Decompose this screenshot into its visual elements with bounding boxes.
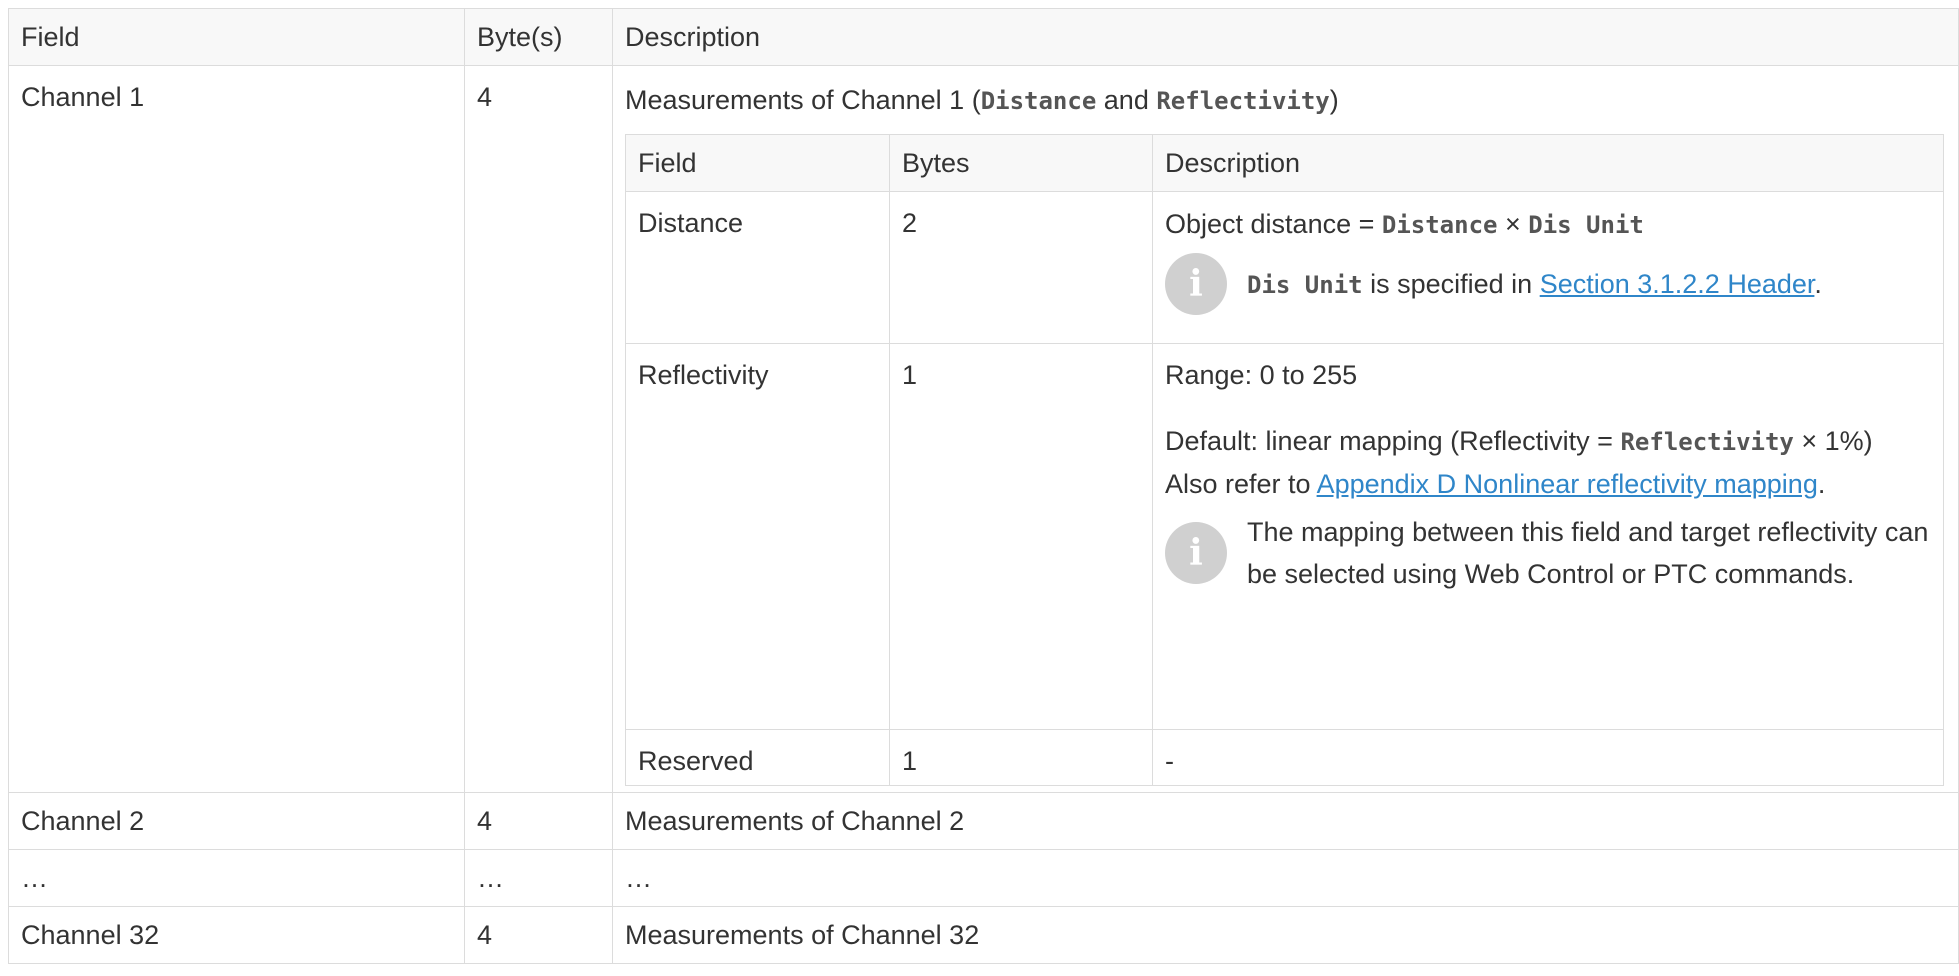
header-description: Description [612,8,1959,66]
reserved-field: Reserved [625,729,890,786]
info-icon: i [1165,522,1227,584]
sub-header-field: Field [625,134,890,192]
table-row: … … … [8,849,1959,907]
channel1-field: Channel 1 [8,65,465,793]
header-bytes: Byte(s) [464,8,613,66]
subtable-header-row: Field Bytes Description [625,134,1944,192]
channel-table: Field Byte(s) Description Channel 1 4 Me… [8,8,1959,964]
channel1-bytes: 4 [464,65,613,793]
reflectivity-refer: Also refer to Appendix D Nonlinear refle… [1165,469,1826,499]
table-row: Channel 32 4 Measurements of Channel 32 [8,906,1959,964]
reflectivity-range: Range: 0 to 255 [1165,360,1358,390]
row-field: Channel 32 [8,906,465,964]
reflectivity-bytes: 1 [889,343,1153,730]
table-header-row: Field Byte(s) Description [8,8,1959,66]
row-description: Measurements of Channel 32 [612,906,1959,964]
channel1-subtable: Field Bytes Description Distance 2 Objec… [625,134,1944,786]
subtable-row-reflectivity: Reflectivity 1 Range: 0 to 255 Default: … [625,343,1944,730]
table-row: Channel 1 4 Measurements of Channel 1 (D… [8,65,1959,793]
row-field: … [8,849,465,907]
row-bytes: 4 [464,792,613,850]
sub-header-bytes: Bytes [889,134,1153,192]
row-description: Measurements of Channel 2 [612,792,1959,850]
distance-bytes: 2 [889,191,1153,344]
distance-formula: Object distance = Distance × Dis Unit [1165,209,1644,239]
info-icon: i [1165,253,1227,315]
row-bytes: … [464,849,613,907]
sub-header-description: Description [1152,134,1944,192]
subtable-row-reserved: Reserved 1 - [625,729,1944,786]
reserved-description: - [1152,729,1944,786]
reflectivity-default: Default: linear mapping (Reflectivity = … [1165,426,1873,456]
row-field: Channel 2 [8,792,465,850]
distance-description: Object distance = Distance × Dis Unit i … [1152,191,1944,344]
distance-field: Distance [625,191,890,344]
code-reflectivity: Reflectivity [1156,87,1330,115]
reserved-bytes: 1 [889,729,1153,786]
reflectivity-description: Range: 0 to 255 Default: linear mapping … [1152,343,1944,730]
distance-note: i Dis Unit is specified in Section 3.1.2… [1165,253,1931,315]
table-row: Channel 2 4 Measurements of Channel 2 [8,792,1959,850]
subtable-row-distance: Distance 2 Object distance = Distance × … [625,191,1944,344]
section-header-link[interactable]: Section 3.1.2.2 Header [1540,269,1815,299]
row-bytes: 4 [464,906,613,964]
channel1-description: Measurements of Channel 1 (Distance and … [612,65,1959,793]
row-description: … [612,849,1959,907]
reflectivity-note: i The mapping between this field and tar… [1165,511,1931,605]
code-distance: Distance [980,87,1097,115]
header-field: Field [8,8,465,66]
channel1-caption: Measurements of Channel 1 (Distance and … [625,85,1339,115]
reflectivity-field: Reflectivity [625,343,890,730]
appendix-d-link[interactable]: Appendix D Nonlinear reflectivity mappin… [1317,469,1818,499]
